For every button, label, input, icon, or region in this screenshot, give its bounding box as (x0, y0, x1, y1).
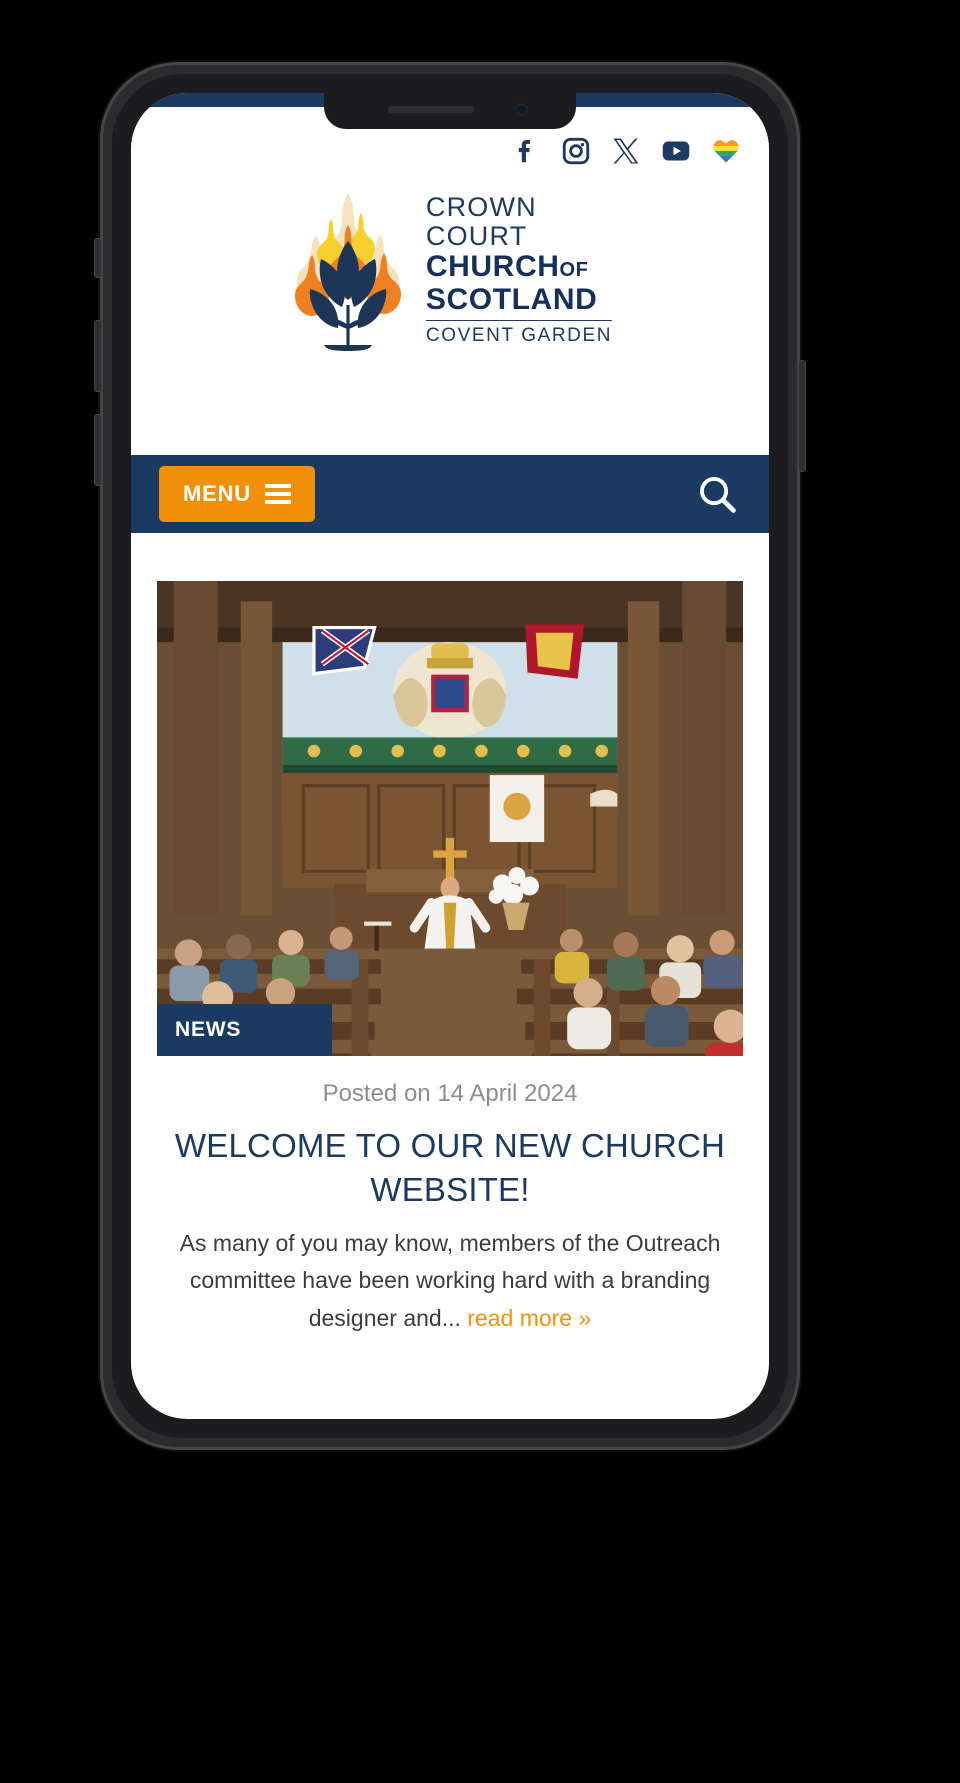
phone-screen: CROWN COURT CHURCHOF SCOTLAND COVENT GAR… (131, 93, 769, 1419)
power-button[interactable] (798, 360, 806, 472)
facebook-icon (518, 140, 531, 163)
instagram-icon (562, 137, 590, 165)
logo-line-scotland: SCOTLAND (425, 282, 598, 316)
article-headline[interactable]: WELCOME TO OUR NEW CHURCH WEBSITE! (157, 1124, 743, 1211)
category-badge: NEWS (157, 1004, 332, 1056)
logo-of-word: OF (559, 259, 589, 282)
x-twitter-icon (613, 138, 639, 164)
logo-line-crown: CROWN (425, 191, 537, 222)
excerpt-text: As many of you may know, members of the … (179, 1230, 721, 1331)
pride-heart-icon (713, 140, 739, 163)
pride-heart-link[interactable] (711, 136, 741, 166)
read-more-link[interactable]: read more » (467, 1305, 591, 1331)
logo-line-covent-garden: COVENT GARDEN (425, 320, 613, 345)
menu-button-label: MENU (183, 481, 251, 506)
site-logo[interactable]: CROWN COURT CHURCHOF SCOTLAND COVENT GAR… (131, 179, 769, 383)
instagram-link[interactable] (561, 136, 591, 166)
logo-church-word: CHURCH (425, 250, 560, 284)
news-card: NEWS Posted on 14 April 2024 WELCOME TO … (131, 533, 769, 1337)
front-camera (515, 103, 528, 116)
facebook-link[interactable] (511, 136, 541, 166)
main-navigation-bar: MENU (131, 455, 769, 533)
screenshot-stage: CROWN COURT CHURCHOF SCOTLAND COVENT GAR… (0, 0, 960, 1783)
logo-wordmark: CROWN COURT CHURCHOF SCOTLAND COVENT GAR… (425, 191, 613, 345)
church-interior-illustration (157, 581, 743, 1056)
hamburger-icon (264, 480, 291, 508)
logo-line-court: COURT (425, 221, 528, 252)
site-header: CROWN COURT CHURCHOF SCOTLAND COVENT GAR… (131, 107, 769, 383)
volume-up-button[interactable] (94, 320, 102, 392)
silent-switch[interactable] (94, 238, 102, 278)
posted-date: Posted on 14 April 2024 (322, 1080, 578, 1107)
phone-notch (324, 93, 576, 129)
search-button[interactable] (691, 468, 743, 520)
volume-down-button[interactable] (94, 414, 102, 486)
earpiece-speaker (388, 106, 474, 113)
logo-line-church-of: CHURCHOF (426, 251, 612, 283)
youtube-icon (662, 141, 690, 161)
menu-button[interactable]: MENU (159, 466, 315, 522)
flame-leaves-logo-icon (294, 193, 401, 351)
x-twitter-link[interactable] (611, 136, 641, 166)
article-image[interactable]: NEWS (157, 581, 743, 1056)
search-icon (700, 477, 736, 513)
youtube-link[interactable] (661, 136, 691, 166)
article-excerpt: As many of you may know, members of the … (157, 1225, 743, 1337)
page-content: NEWS Posted on 14 April 2024 WELCOME TO … (131, 533, 769, 1337)
